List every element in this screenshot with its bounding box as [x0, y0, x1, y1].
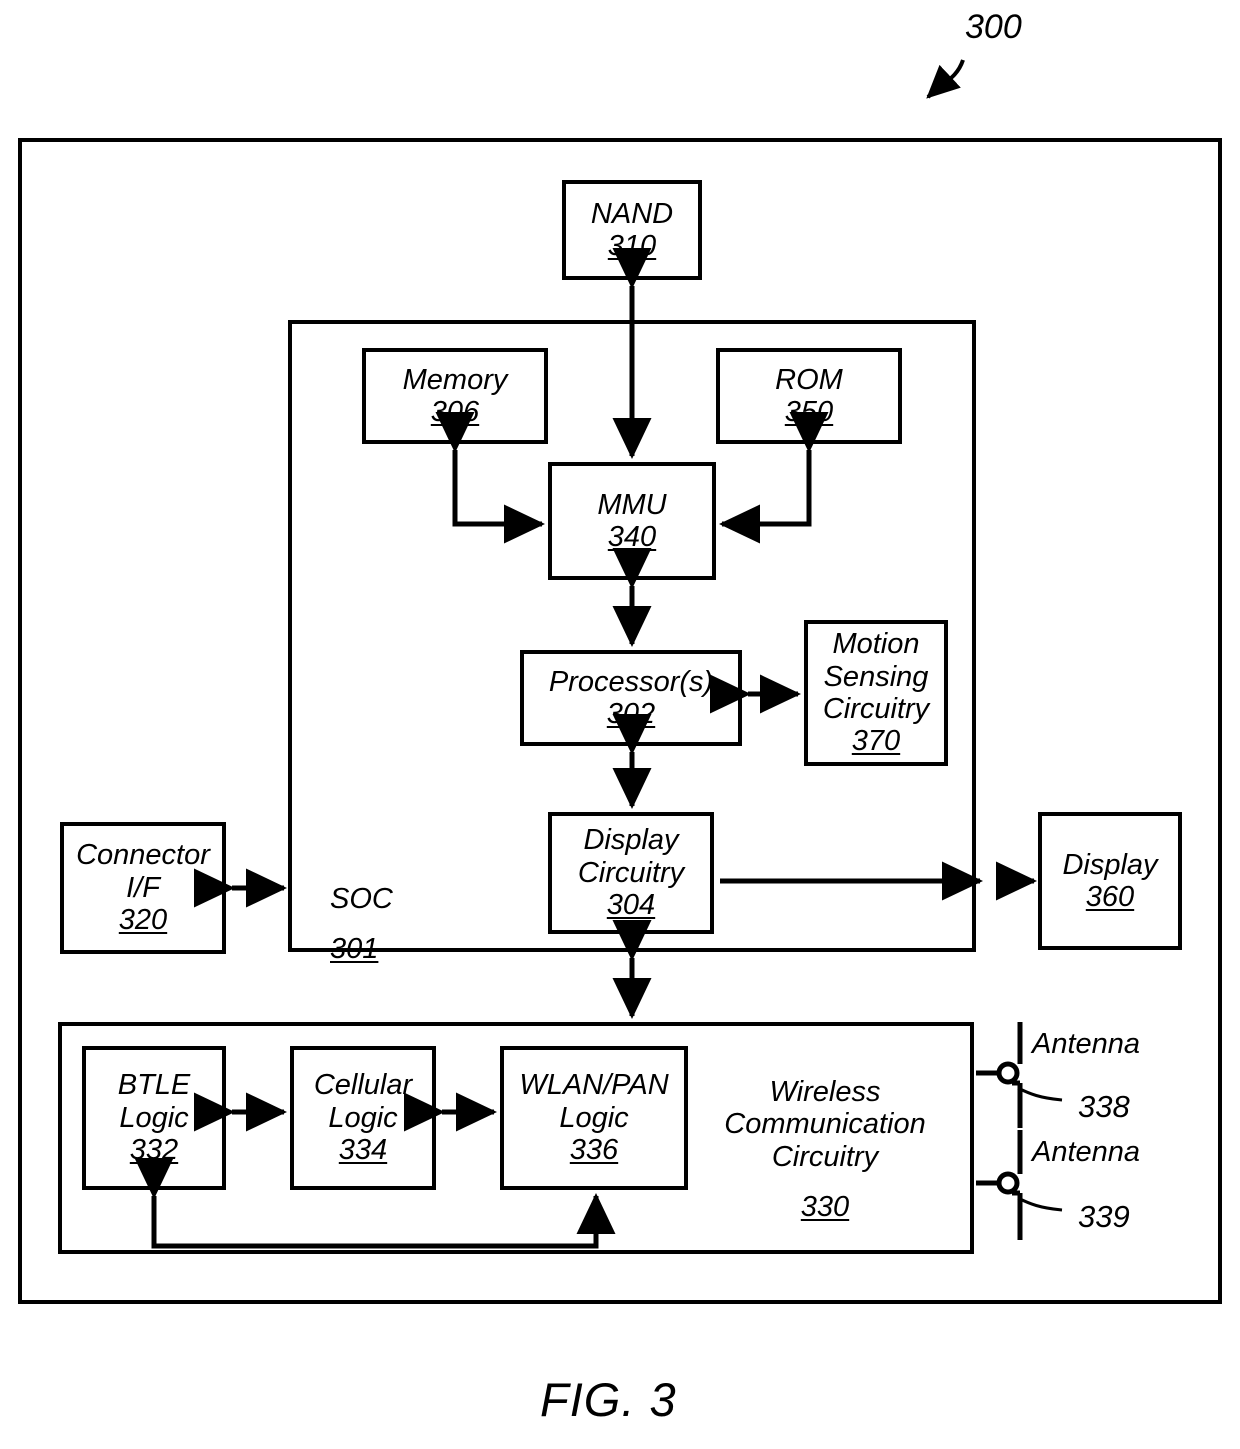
block-display-circuitry[interactable]: Display Circuitry 304 — [548, 812, 714, 934]
wireless-label-text: Wireless Communication Circuitry — [724, 1075, 926, 1173]
block-wlan-pan-logic[interactable]: WLAN/PAN Logic 336 — [500, 1046, 688, 1190]
block-memory-number: 306 — [430, 396, 480, 428]
figure-reference-numeral: 300 — [965, 8, 1022, 46]
block-btle-label: BTLE Logic — [117, 1069, 191, 1134]
block-connector-number: 320 — [118, 904, 168, 937]
figure-caption: FIG. 3 — [540, 1373, 677, 1426]
block-connector-label: Connector I/F — [76, 839, 210, 904]
antenna-338-label: Antenna — [1032, 1028, 1141, 1060]
wireless-label-number: 330 — [800, 1191, 850, 1224]
block-nand[interactable]: NAND 310 — [562, 180, 702, 280]
block-mmu-number: 340 — [607, 521, 657, 553]
block-display-circuitry-label: Display Circuitry — [577, 824, 685, 889]
block-display-label: Display — [1062, 848, 1158, 881]
block-processor[interactable]: Processor(s) 302 — [520, 650, 742, 746]
block-cellular-number: 334 — [338, 1134, 388, 1167]
block-wlanpan-label: WLAN/PAN Logic — [519, 1069, 669, 1134]
soc-label: SOC 301 — [330, 865, 460, 984]
antenna-338-number: 338 — [1078, 1089, 1130, 1124]
block-cellular-logic[interactable]: Cellular Logic 334 — [290, 1046, 436, 1190]
block-nand-label: NAND — [590, 197, 674, 230]
block-rom-number: 350 — [784, 396, 834, 428]
block-connector-interface[interactable]: Connector I/F 320 — [60, 822, 226, 954]
antenna-339-label: Antenna — [1032, 1136, 1141, 1168]
figure-ref-leader — [926, 59, 965, 99]
block-memory-label: Memory — [402, 363, 508, 396]
block-processor-number: 302 — [606, 698, 656, 730]
soc-label-number: 301 — [330, 933, 379, 966]
block-mmu[interactable]: MMU 340 — [548, 462, 716, 580]
block-display-number: 360 — [1085, 881, 1135, 913]
wireless-communication-circuitry-label: Wireless Communication Circuitry 330 — [700, 1058, 950, 1242]
block-motion-label: Motion Sensing Circuitry — [822, 628, 930, 725]
block-display[interactable]: Display 360 — [1038, 812, 1182, 950]
block-motion-number: 370 — [851, 725, 901, 758]
block-cellular-label: Cellular Logic — [313, 1069, 413, 1134]
block-mmu-label: MMU — [597, 488, 667, 521]
block-display-circuitry-number: 304 — [606, 889, 656, 922]
figure-canvas: 300 SOC 301 Wireless Communication Circu… — [0, 0, 1240, 1449]
block-btle-logic[interactable]: BTLE Logic 332 — [82, 1046, 226, 1190]
antenna-339-number: 339 — [1078, 1199, 1130, 1234]
block-memory[interactable]: Memory 306 — [362, 348, 548, 444]
block-wlanpan-number: 336 — [569, 1134, 619, 1167]
block-motion-sensing-circuitry[interactable]: Motion Sensing Circuitry 370 — [804, 620, 948, 766]
soc-label-text: SOC — [330, 882, 393, 915]
block-nand-number: 310 — [607, 230, 657, 262]
block-btle-number: 332 — [129, 1134, 179, 1167]
block-rom[interactable]: ROM 350 — [716, 348, 902, 444]
block-rom-label: ROM — [775, 363, 843, 396]
block-processor-label: Processor(s) — [548, 665, 714, 698]
